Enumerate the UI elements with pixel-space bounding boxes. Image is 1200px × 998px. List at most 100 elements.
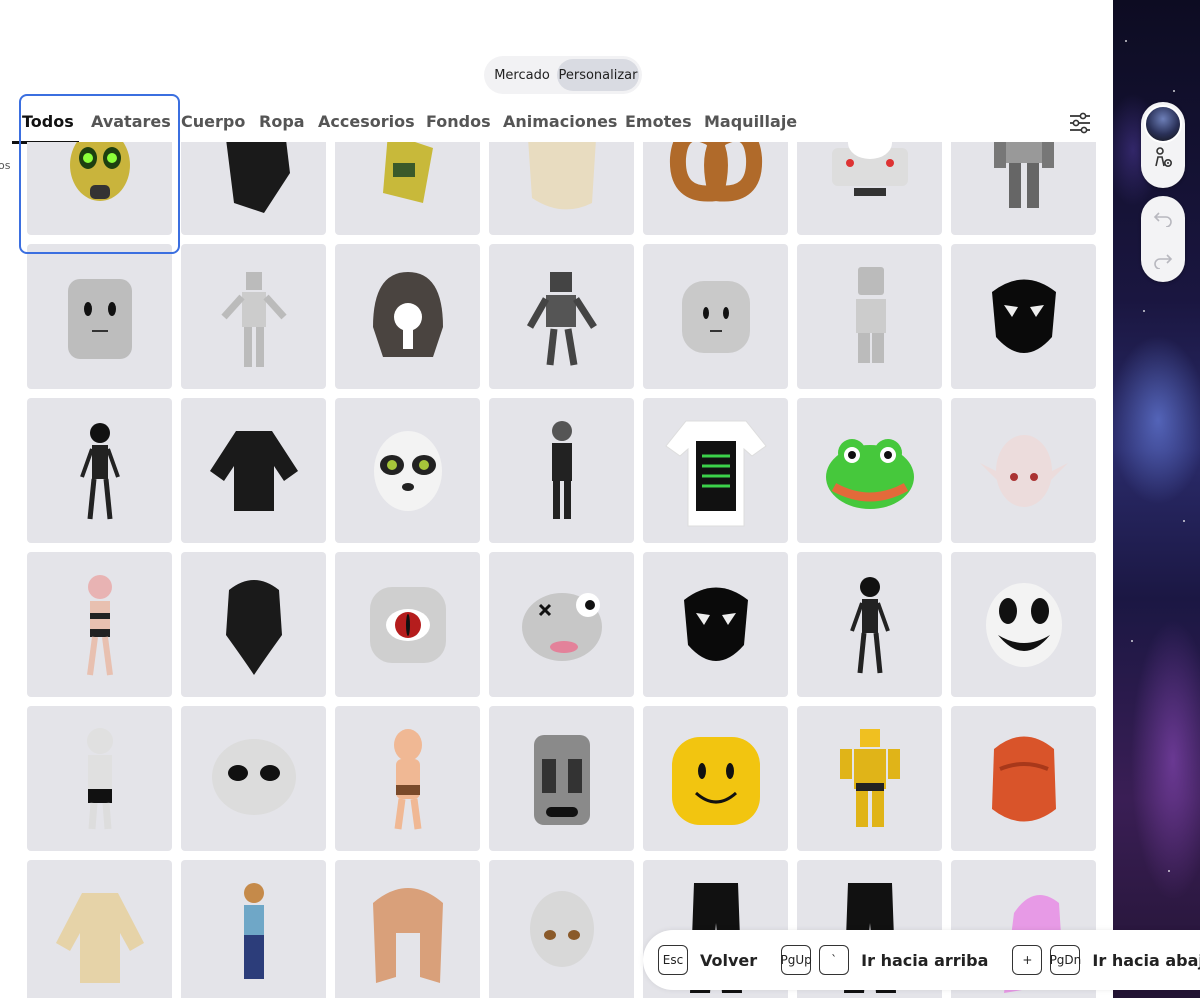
item-tile[interactable] [181,244,326,389]
anime-face-thumbnail [529,890,594,967]
item-tile[interactable] [643,142,788,235]
tab-fondos[interactable]: Fondos [426,112,491,131]
death-shirt-thumbnail [664,420,767,526]
item-tile[interactable] [951,552,1096,697]
hint-volver[interactable]: Volver [700,951,757,970]
black-skeleton-thumbnail [79,422,120,519]
history-toolbar [1141,196,1185,282]
segment-personalizar[interactable]: Personalizar [557,59,639,91]
black-mask-thumbnail [683,587,748,661]
undo-icon[interactable] [1148,204,1178,234]
item-tile[interactable] [797,244,942,389]
item-tile[interactable] [797,398,942,543]
item-tile[interactable] [951,706,1096,851]
item-tile[interactable] [181,860,326,998]
black-sweater-thumbnail [209,430,298,511]
item-tile[interactable] [27,552,172,697]
item-tile[interactable] [27,244,172,389]
item-tile[interactable] [797,142,942,235]
category-tabs: Todos Avatares Cuerpo Ropa Accesorios Fo… [0,104,1113,144]
item-tile[interactable] [335,142,480,235]
avatar-toolbar [1141,102,1185,188]
hint-scroll-down[interactable]: Ir hacia abajo [1092,951,1200,970]
tab-maquillaje[interactable]: Maquillaje [704,112,797,131]
tag-accessory-thumbnail [382,142,433,203]
tab-accesorios[interactable]: Accesorios [318,112,415,131]
mode-toggle: Mercado Personalizar [484,56,642,94]
item-tile[interactable] [797,706,942,851]
red-eye-head-thumbnail [369,586,446,663]
item-tile[interactable] [27,398,172,543]
item-tile[interactable] [489,142,634,235]
item-tile[interactable] [27,142,172,235]
item-tile[interactable] [643,706,788,851]
item-tile[interactable] [797,552,942,697]
smile-mask-thumbnail [985,582,1062,667]
item-tile[interactable] [489,860,634,998]
hint-scroll-up[interactable]: Ir hacia arriba [861,951,988,970]
item-tile[interactable] [643,398,788,543]
black-skeleton-thumbnail [849,576,890,673]
tab-cuerpo[interactable]: Cuerpo [181,112,245,131]
wooden-head-thumbnail [67,278,132,359]
item-tile[interactable] [643,552,788,697]
filter-icon[interactable] [1066,110,1094,136]
frog-face-thumbnail [825,438,914,509]
segment-mercado[interactable]: Mercado [487,59,557,91]
pretzel-thumbnail [669,142,762,202]
item-tile[interactable] [181,142,326,235]
key-pgdn: PgDn [1050,945,1081,975]
rock-helmet-thumbnail [372,271,443,357]
item-tile[interactable] [335,398,480,543]
tan-body-thumbnail [393,728,422,829]
white-grin-body-thumbnail [86,727,113,829]
item-tile[interactable] [335,244,480,389]
item-tile[interactable] [27,860,172,998]
item-tile[interactable] [643,244,788,389]
tab-todos[interactable]: Todos [22,112,74,131]
avatar-settings-icon[interactable] [1148,143,1178,173]
stone-head-thumbnail [533,734,590,825]
item-tile[interactable] [489,552,634,697]
redo-icon[interactable] [1148,246,1178,276]
blonde-hair-thumbnail [527,142,596,209]
green-eyed-mask-thumbnail [69,142,130,201]
key-plus: + [1012,945,1043,975]
pink-elf-body-thumbnail [86,574,113,675]
item-tile[interactable] [951,142,1096,235]
yellow-blocky-body-thumbnail [839,728,900,827]
stitched-head-thumbnail [521,592,602,661]
item-tile[interactable] [181,398,326,543]
item-tile[interactable] [489,398,634,543]
item-tile[interactable] [335,860,480,998]
item-tile[interactable] [489,706,634,851]
tab-animaciones[interactable]: Animaciones [503,112,617,131]
tab-emotes[interactable]: Emotes [625,112,692,131]
elf-head-thumbnail [979,434,1068,507]
black-armor-thumbnail [225,142,290,213]
avatar-icon[interactable] [1144,105,1182,143]
gray-body-thumbnail [220,271,287,367]
item-tile[interactable] [27,706,172,851]
key-esc: Esc [658,945,688,975]
tab-avatares[interactable]: Avatares [91,112,171,131]
classic-head-thumbnail [681,280,750,353]
item-tile[interactable] [489,244,634,389]
item-tile[interactable] [951,398,1096,543]
panda-mask-thumbnail [373,430,442,511]
robot-body-thumbnail [993,142,1054,208]
black-ponytail-thumbnail [225,579,282,675]
brown-hair-thumbnail [372,887,443,983]
cat-car-thumbnail [831,142,908,196]
key-pgup: PgUp [781,945,812,975]
item-tile[interactable] [335,706,480,851]
girl-avatar-thumbnail [243,882,264,979]
controller-hint-bar: Esc Volver PgUp ` Ir hacia arriba + PgDn… [643,930,1200,990]
classic-smile-head-thumbnail [671,736,760,825]
item-tile[interactable] [951,244,1096,389]
item-tile[interactable] [181,706,326,851]
item-tile[interactable] [335,552,480,697]
item-tile[interactable] [181,552,326,697]
tab-ropa[interactable]: Ropa [259,112,305,131]
black-mask-thumbnail [991,279,1056,353]
